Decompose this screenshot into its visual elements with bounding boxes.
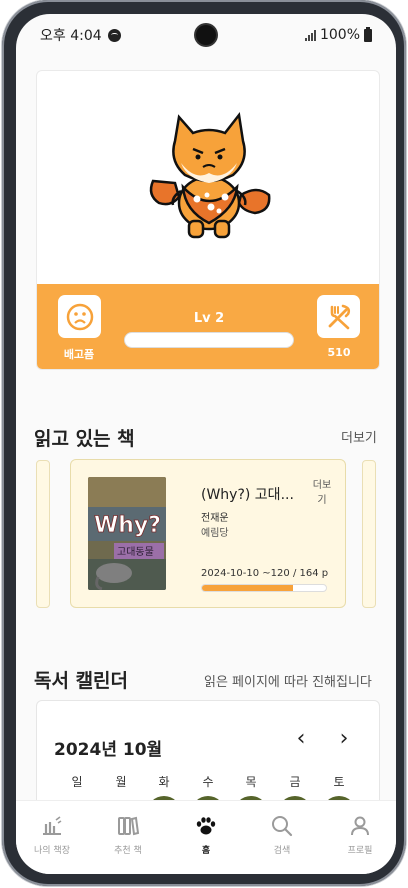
next-book-card[interactable] xyxy=(362,460,376,608)
tab-bookshelf-label: 나의 책장 xyxy=(34,846,70,856)
profile-icon xyxy=(351,816,369,836)
book-title: (Why?) 고대... xyxy=(201,487,294,503)
pet-card: 배고픔 Lv 2 510 xyxy=(36,70,380,370)
food-count: 510 xyxy=(327,346,351,359)
previous-book-card[interactable] xyxy=(36,460,50,608)
tab-home-label: 홈 xyxy=(201,846,211,856)
bookshelf-icon xyxy=(43,816,62,835)
reading-section-title: 읽고 있는 책 xyxy=(34,428,135,450)
search-icon xyxy=(272,816,293,837)
feed-button[interactable] xyxy=(317,295,360,338)
weekday-sun: 일 xyxy=(71,775,83,789)
signal-icon xyxy=(304,29,316,41)
paw-icon xyxy=(196,817,216,835)
camera-hole xyxy=(196,25,216,45)
book-card[interactable]: Why? 고대동물 (Why?) 고대... 더보기 전재운 예림당 2024-… xyxy=(70,459,346,608)
battery-icon xyxy=(364,26,372,42)
tab-search[interactable]: 검색 xyxy=(252,813,312,856)
tab-recommended[interactable]: 추천 책 xyxy=(98,813,158,856)
weekday-fri: 금 xyxy=(289,775,301,789)
calendar-month: 2024년 10월 xyxy=(54,740,163,760)
weekday-thu: 목 xyxy=(245,775,257,789)
book-progress-bar xyxy=(201,584,327,592)
app-screen: 오후 4:04 100% 배고픔 Lv 2 510 읽고 있는 책 더보기 Wh… xyxy=(16,14,396,874)
fork-knife-icon xyxy=(328,304,350,329)
prev-month-button[interactable]: ‹ xyxy=(289,728,313,752)
cover-title: Why? xyxy=(94,513,161,538)
fox-pet-image[interactable] xyxy=(145,111,273,251)
book-publisher: 예림당 xyxy=(201,528,229,539)
weekday-wed: 수 xyxy=(202,775,214,789)
weekday-mon: 월 xyxy=(115,775,127,789)
phone-frame: 오후 4:04 100% 배고픔 Lv 2 510 읽고 있는 책 더보기 Wh… xyxy=(2,0,406,886)
hunger-label: 배고픔 xyxy=(63,348,95,361)
next-month-button[interactable]: › xyxy=(332,728,356,752)
book-cover-image: Why? 고대동물 xyxy=(88,477,166,590)
xp-progress-bar xyxy=(124,332,294,348)
tab-profile-label: 프로필 xyxy=(347,846,373,856)
tab-search-label: 검색 xyxy=(273,846,291,856)
battery-percent: 100% xyxy=(319,27,360,43)
weekday-sat: 토 xyxy=(333,775,345,789)
books-icon xyxy=(118,816,140,836)
status-time: 오후 4:04 xyxy=(40,28,102,44)
spotify-icon xyxy=(107,28,121,42)
tab-bookshelf[interactable]: 나의 책장 xyxy=(22,813,82,856)
tab-profile[interactable]: 프로필 xyxy=(330,813,390,856)
pet-status-bar: 배고픔 Lv 2 510 xyxy=(37,284,379,369)
calendar-section-title: 독서 캘린더 xyxy=(34,670,129,692)
reading-more-link[interactable]: 더보기 xyxy=(341,427,377,446)
book-author: 전재운 xyxy=(201,513,229,524)
book-more-link[interactable]: 더보기 xyxy=(311,478,333,508)
book-progress-fill xyxy=(202,585,293,591)
cover-subtitle: 고대동물 xyxy=(117,546,154,558)
book-progress-text: 2024-10-10 ~120 / 164 p xyxy=(201,568,329,579)
calendar-note: 읽은 페이지에 따라 진해집니다 xyxy=(204,675,372,690)
bottom-tab-bar: 나의 책장 추천 책 홈 검색 프로필 xyxy=(16,800,396,874)
tab-recommended-label: 추천 책 xyxy=(114,846,142,856)
weekday-tue: 화 xyxy=(158,775,170,789)
tab-home[interactable]: 홈 xyxy=(176,813,236,856)
